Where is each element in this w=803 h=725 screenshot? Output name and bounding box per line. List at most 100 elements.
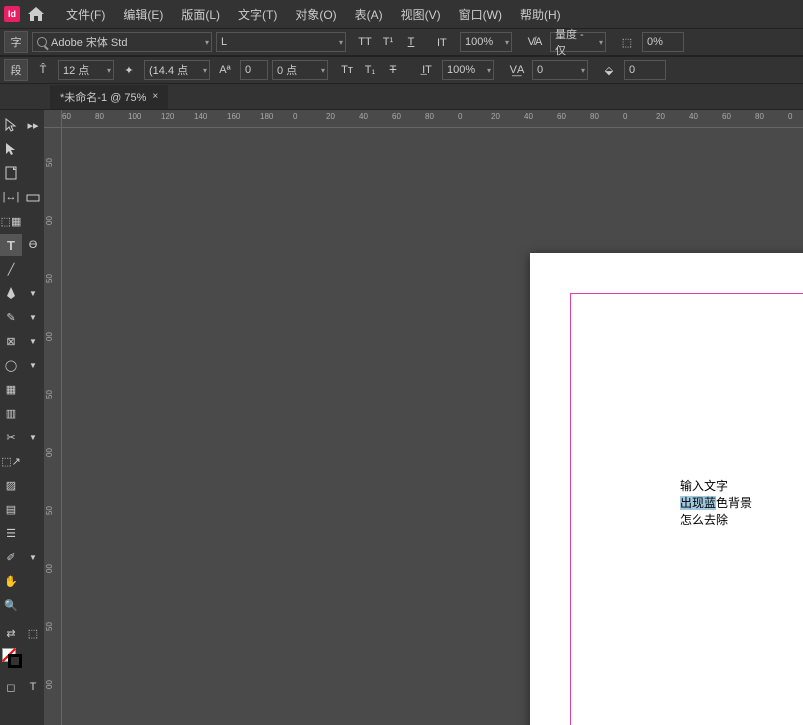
font-family-dropdown[interactable]: Adobe 宋体 Std ▾ (32, 32, 212, 52)
paragraph-mode-button[interactable]: 段 (4, 59, 28, 81)
hand-tool[interactable]: ✋ (0, 570, 22, 592)
table-tool[interactable]: ▦ (0, 378, 22, 400)
zoom-tool[interactable]: 🔍 (0, 594, 22, 616)
font-style-value: L (221, 36, 239, 48)
default-fill-stroke-icon[interactable]: ⬚ (22, 622, 44, 644)
chevron-down-icon: ▾ (203, 66, 207, 75)
menu-edit[interactable]: 编辑(E) (115, 2, 171, 27)
type-on-path-tool[interactable]: Ɵ (22, 234, 44, 256)
vertical-scale-dropdown[interactable]: 100% ▾ (442, 60, 494, 80)
scissors-menu-icon[interactable]: ▼ (22, 426, 44, 448)
swap-fill-stroke-icon[interactable]: ⇄ (0, 622, 22, 644)
leading-value: (14.4 点 (149, 62, 200, 78)
tracking-dropdown[interactable]: 0 点 ▾ (272, 60, 328, 80)
cell-tool[interactable]: ▥ (0, 402, 22, 424)
skew-value: 0 (629, 64, 647, 76)
app-icon: Id (4, 6, 20, 22)
vertical-scale-value: 100% (447, 64, 487, 76)
ellipse-tool[interactable]: ◯ (0, 354, 22, 376)
menu-table[interactable]: 表(A) (347, 2, 391, 27)
line-tool[interactable]: ╱ (0, 258, 22, 280)
chevron-down-icon: ▾ (205, 38, 209, 47)
menu-layout[interactable]: 版面(L) (173, 2, 228, 27)
eyedropper-tool[interactable]: ✐ (0, 546, 22, 568)
svg-text:I͟T: I͟T (437, 37, 447, 48)
baseline-value: 0 (245, 64, 263, 76)
document-page[interactable]: 输入文字 出现蓝色背景 怎么去除 极光下载站 www.xz7.com (530, 253, 803, 725)
scissors-tool[interactable]: ✂ (0, 426, 22, 448)
home-icon[interactable] (26, 4, 46, 24)
menu-help[interactable]: 帮助(H) (512, 2, 569, 27)
leading-dropdown[interactable]: (14.4 点 ▾ (144, 60, 210, 80)
close-icon[interactable]: × (152, 91, 158, 102)
document-tab-label: *未命名-1 @ 75% (60, 89, 146, 105)
frame-menu-icon[interactable]: ▼ (22, 330, 44, 352)
pen-tool[interactable] (0, 282, 22, 304)
stroke-color-swatch[interactable] (8, 654, 22, 668)
opacity-value: 0% (647, 36, 675, 48)
text-frame[interactable]: 输入文字 出现蓝色背景 怎么去除 (680, 478, 752, 528)
document-tab[interactable]: *未命名-1 @ 75% × (50, 85, 168, 109)
kerning-icon: V̸A (524, 32, 546, 52)
allcaps-button[interactable]: TT (354, 32, 376, 52)
kerning-dropdown[interactable]: 量度 - 仅 ▾ (550, 32, 606, 52)
canvas-area[interactable]: 输入文字 出现蓝色背景 怎么去除 极光下载站 www.xz7.com (62, 128, 803, 725)
text-line-3: 怎么去除 (680, 512, 752, 529)
vertical-ruler[interactable]: 50005000500050005000 (44, 128, 62, 725)
direct-selection-tool[interactable] (0, 138, 22, 160)
fill-stroke-selector[interactable] (2, 648, 22, 668)
document-tab-bar: *未命名-1 @ 75% × (0, 84, 803, 110)
text-line-2b: 色背景 (716, 496, 752, 510)
font-size-value: 12 点 (63, 62, 101, 78)
menu-file[interactable]: 文件(F) (58, 2, 113, 27)
horizontal-scale-dropdown[interactable]: 100% ▾ (460, 32, 512, 52)
superscript-button[interactable]: T¹ (377, 32, 399, 52)
menu-object[interactable]: 对象(O) (287, 2, 344, 27)
horizontal-ruler[interactable]: 6080100120140160180020406080020406080020… (62, 110, 803, 128)
smooth-tool-icon[interactable]: ▼ (22, 306, 44, 328)
expand-icon[interactable]: ▸▸ (22, 114, 44, 136)
horizontal-scale-value: 100% (465, 36, 505, 48)
character-mode-button[interactable]: 字 (4, 31, 28, 53)
measure-tool-icon[interactable]: ▼ (22, 546, 44, 568)
apply-color-button[interactable]: ◻ (0, 676, 22, 698)
apply-text-button[interactable]: T (22, 676, 44, 698)
content-collector-tool[interactable] (22, 186, 44, 208)
baseline-dropdown[interactable]: 0 (240, 60, 268, 80)
stroke-weight-icon: ⬚ (616, 32, 638, 52)
note-tool[interactable]: ☰ (0, 522, 22, 544)
gradient-swatch-tool[interactable]: ▨ (0, 474, 22, 496)
font-style-dropdown[interactable]: L ▾ (216, 32, 346, 52)
tools-panel: ▸▸ |↔| ⬚▦ TƟ ╱ ▼ ✎▼ ⊠▼ ◯▼ ▦ ▥ ✂▼ ⬚↗ ▨ ▤ … (0, 110, 44, 725)
chevron-down-icon: ▾ (505, 38, 509, 47)
chevron-down-icon: ▾ (581, 66, 585, 75)
subscript-button[interactable]: T₁ (359, 60, 381, 80)
search-icon (37, 37, 47, 47)
font-size-dropdown[interactable]: 12 点 ▾ (58, 60, 114, 80)
ruler-origin[interactable] (44, 110, 62, 128)
type-tool[interactable]: T (0, 234, 22, 256)
smallcaps-button[interactable]: Tᴛ (336, 60, 358, 80)
control-bar-paragraph: 段 T̂ 12 点 ▾ ✦ (14.4 点 ▾ Aª 0 0 点 ▾ Tᴛ T₁… (0, 56, 803, 84)
strikethrough-button[interactable]: T (382, 60, 404, 80)
skew-dropdown[interactable]: 0 (624, 60, 666, 80)
shape-menu-icon[interactable]: ▼ (22, 354, 44, 376)
gap-tool[interactable]: |↔| (0, 186, 22, 208)
menubar: Id 文件(F) 编辑(E) 版面(L) 文字(T) 对象(O) 表(A) 视图… (0, 0, 803, 28)
chevron-down-icon: ▾ (599, 38, 603, 47)
pencil-tool[interactable]: ✎ (0, 306, 22, 328)
place-gun-tool[interactable]: ⬚▦ (0, 210, 22, 232)
page-tool[interactable] (0, 162, 22, 184)
selection-tool[interactable] (0, 114, 22, 136)
opacity-dropdown[interactable]: 0% (642, 32, 684, 52)
rectangle-frame-tool[interactable]: ⊠ (0, 330, 22, 352)
menu-type[interactable]: 文字(T) (230, 2, 285, 27)
menu-view[interactable]: 视图(V) (393, 2, 449, 27)
add-anchor-icon[interactable]: ▼ (22, 282, 44, 304)
gradient-feather-tool[interactable]: ▤ (0, 498, 22, 520)
track-value: 0 (537, 64, 555, 76)
underline-button[interactable]: T (400, 32, 422, 52)
track-dropdown[interactable]: 0 ▾ (532, 60, 588, 80)
free-transform-tool[interactable]: ⬚↗ (0, 450, 22, 472)
menu-window[interactable]: 窗口(W) (451, 2, 510, 27)
